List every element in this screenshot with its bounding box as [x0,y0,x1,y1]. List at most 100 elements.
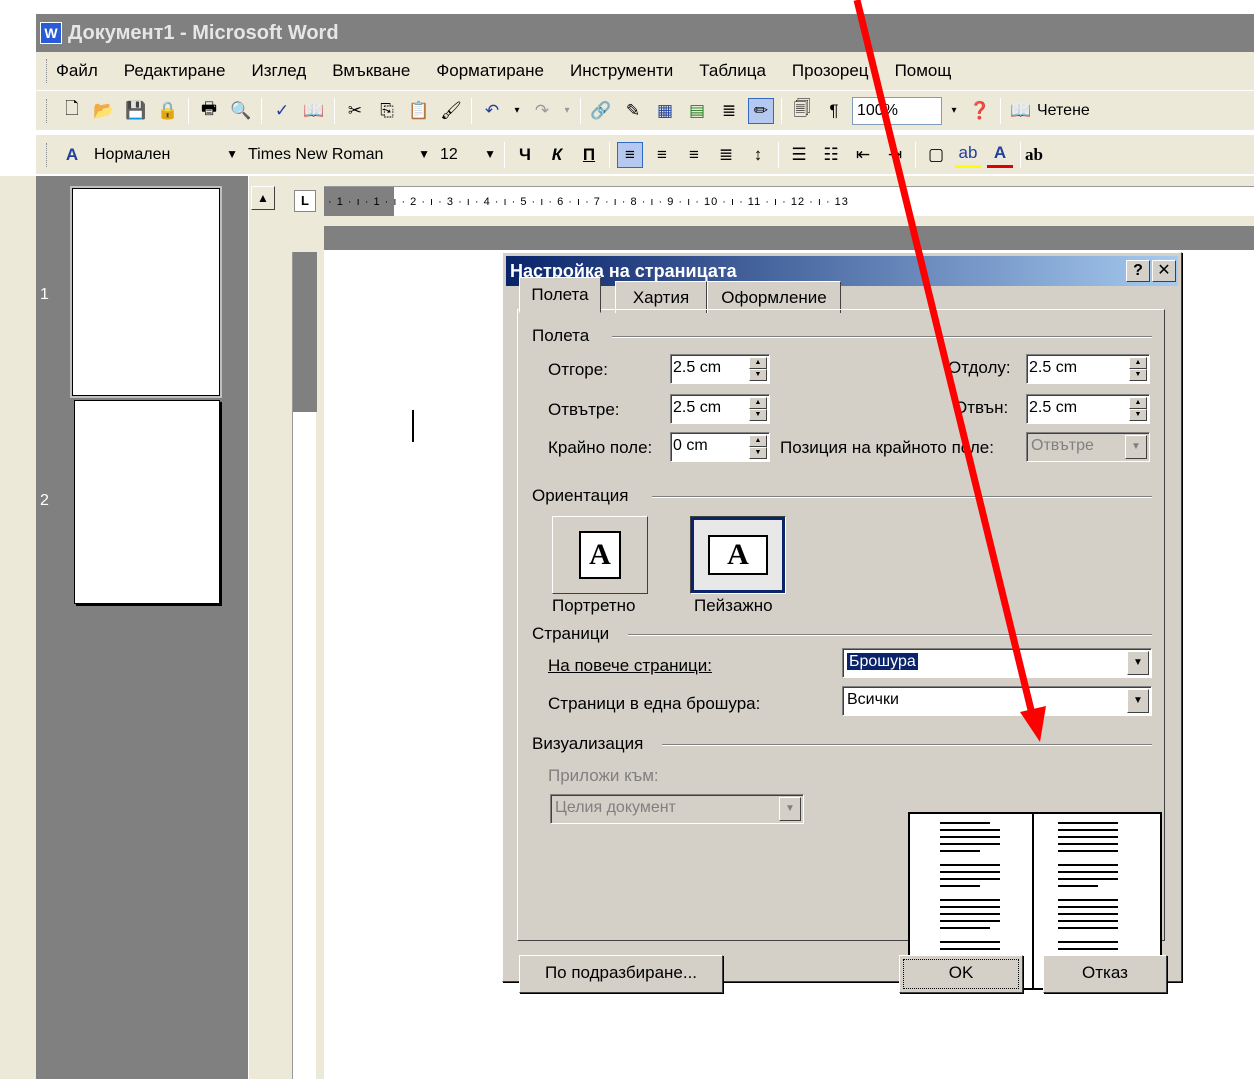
menu-view[interactable]: Изглед [252,61,307,81]
tables-borders-icon[interactable]: ✎ [620,98,646,124]
research-icon[interactable]: 📖 [301,98,327,124]
outside-margin-spinner[interactable]: ▲ ▼ [1129,397,1147,421]
style-dropdown-icon[interactable]: ▼ [226,147,238,161]
copy-icon[interactable]: ⎘ [374,98,400,124]
page-thumbnail-1[interactable] [70,186,222,398]
insert-table-icon[interactable]: ▦ [652,98,678,124]
cut-icon[interactable]: ✂ [342,98,368,124]
align-left-icon[interactable]: ≡ [617,141,643,168]
menu-format[interactable]: Форматиране [436,61,544,81]
menu-table[interactable]: Таблица [699,61,766,81]
thumbnail-scrollbar[interactable]: ▲ [248,176,276,1079]
vertical-ruler[interactable] [292,252,317,1079]
format-painter-icon[interactable]: 🖌 [438,98,464,124]
drawing-icon[interactable]: ✏ [748,97,774,124]
sheets-per-booklet-select[interactable]: Всички ▼ [842,686,1152,716]
menu-edit[interactable]: Редактиране [124,61,226,81]
page-number-1: 1 [40,286,49,303]
page-thumbnail-2[interactable] [74,400,220,604]
style-combo[interactable]: Нормален ▼ [90,141,240,169]
new-document-icon[interactable]: 🗋 [59,98,85,124]
paste-icon[interactable]: 📋 [406,98,432,124]
menu-file[interactable]: Файл [56,61,98,81]
menu-help[interactable]: Помощ [895,61,952,81]
spelling-icon[interactable]: ✓ [269,98,295,124]
font-dropdown-icon[interactable]: ▼ [418,147,430,161]
inside-margin-input[interactable]: 2.5 cm ▲ ▼ [670,394,770,424]
gutter-position-dropdown-icon: ▼ [1125,435,1147,459]
font-size-value: 12 [440,145,458,163]
undo-icon[interactable]: ↶ [479,98,505,124]
borders-icon[interactable]: ▢ [923,142,949,168]
portrait-label: Портретно [552,596,636,615]
font-size-combo[interactable]: 12 ▼ [436,141,498,169]
gutter-input[interactable]: 0 cm ▲ ▼ [670,432,770,462]
highlight-icon[interactable]: ab [955,142,981,168]
show-hide-paragraph-icon[interactable]: ¶ [821,98,847,124]
scroll-up-icon[interactable]: ▲ [251,186,275,210]
read-mode-icon[interactable]: 📖 [1008,98,1034,124]
cancel-button[interactable]: Отказ [1043,955,1167,993]
menubar-grip[interactable] [46,59,50,83]
decrease-indent-icon[interactable]: ⇤ [850,142,876,168]
print-icon[interactable]: 🖶 [196,98,222,124]
increase-indent-icon[interactable]: ⇥ [882,142,908,168]
landscape-button[interactable]: A [690,516,786,594]
bold-button[interactable]: Ч [512,142,538,168]
bottom-margin-spinner[interactable]: ▲ ▼ [1129,357,1147,381]
font-size-dropdown-icon[interactable]: ▼ [484,147,496,161]
bottom-margin-input[interactable]: 2.5 cm ▲ ▼ [1026,354,1150,384]
font-color-icon[interactable]: A [987,142,1013,168]
permission-icon[interactable]: 🔒 [155,98,181,124]
bullets-icon[interactable]: ☷ [818,142,844,168]
multiple-pages-select[interactable]: Брошура ▼ [842,648,1152,678]
dialog-close-button[interactable]: ✕ [1152,260,1176,282]
ok-button[interactable]: OK [899,955,1023,993]
default-button[interactable]: По подразбиране... [519,955,723,993]
menu-insert[interactable]: Вмъкване [332,61,410,81]
hyperlink-icon[interactable]: 🔗 [588,98,614,124]
insert-excel-icon[interactable]: ▤ [684,98,710,124]
italic-button[interactable]: К [544,142,570,168]
thumbnail-pane[interactable]: 1 2 [36,176,248,1079]
document-map-icon[interactable]: 🗐 [789,98,815,124]
font-combo[interactable]: Times New Roman ▼ [244,141,432,169]
outside-margin-input[interactable]: 2.5 cm ▲ ▼ [1026,394,1150,424]
multiple-pages-label: На повече страници: [548,656,712,675]
underline-button[interactable]: П [576,142,602,168]
gutter-label: Крайно поле: [548,438,653,457]
save-icon[interactable]: 💾 [123,98,149,124]
align-center-icon[interactable]: ≡ [649,142,675,168]
gutter-spinner[interactable]: ▲ ▼ [749,435,767,459]
redo-icon[interactable]: ↷ [529,98,555,124]
multiple-pages-dropdown-icon[interactable]: ▼ [1127,651,1149,675]
dialog-help-button[interactable]: ? [1126,260,1150,282]
top-margin-input[interactable]: 2.5 cm ▲ ▼ [670,354,770,384]
tab-margins[interactable]: Полета [519,277,601,313]
open-folder-icon[interactable]: 📂 [91,98,117,124]
preview-text-line [940,843,1000,845]
menu-window[interactable]: Прозорец [792,61,869,81]
tab-selector[interactable]: L [294,190,316,212]
inside-margin-label: Отвътре: [548,400,620,419]
top-margin-spinner[interactable]: ▲ ▼ [749,357,767,381]
menu-tools[interactable]: Инструменти [570,61,673,81]
line-spacing-icon[interactable]: ↕ [745,142,771,168]
zoom-dropdown-icon[interactable]: ▾ [947,98,961,124]
more-buttons-label[interactable]: ab [1025,145,1043,165]
numbering-icon[interactable]: ☰ [786,142,812,168]
inside-margin-spinner[interactable]: ▲ ▼ [749,397,767,421]
horizontal-ruler[interactable]: · 1 · ı · 1 · ı · 2 · ı · 3 · ı · 4 · ı … [324,186,1254,216]
justify-icon[interactable]: ≣ [713,142,739,168]
styles-icon[interactable]: A [59,142,85,168]
help-icon[interactable]: ❓ [967,98,993,124]
zoom-combo[interactable]: 100% [852,96,942,125]
portrait-button[interactable]: A [552,516,648,594]
columns-icon[interactable]: ≣ [716,98,742,124]
print-preview-icon[interactable]: 🔍 [228,98,254,124]
sheets-per-booklet-dropdown-icon[interactable]: ▼ [1127,689,1149,713]
read-mode-label[interactable]: Четене [1037,102,1090,120]
redo-dropdown-icon[interactable]: ▾ [561,98,573,124]
undo-dropdown-icon[interactable]: ▾ [511,98,523,124]
align-right-icon[interactable]: ≡ [681,142,707,168]
